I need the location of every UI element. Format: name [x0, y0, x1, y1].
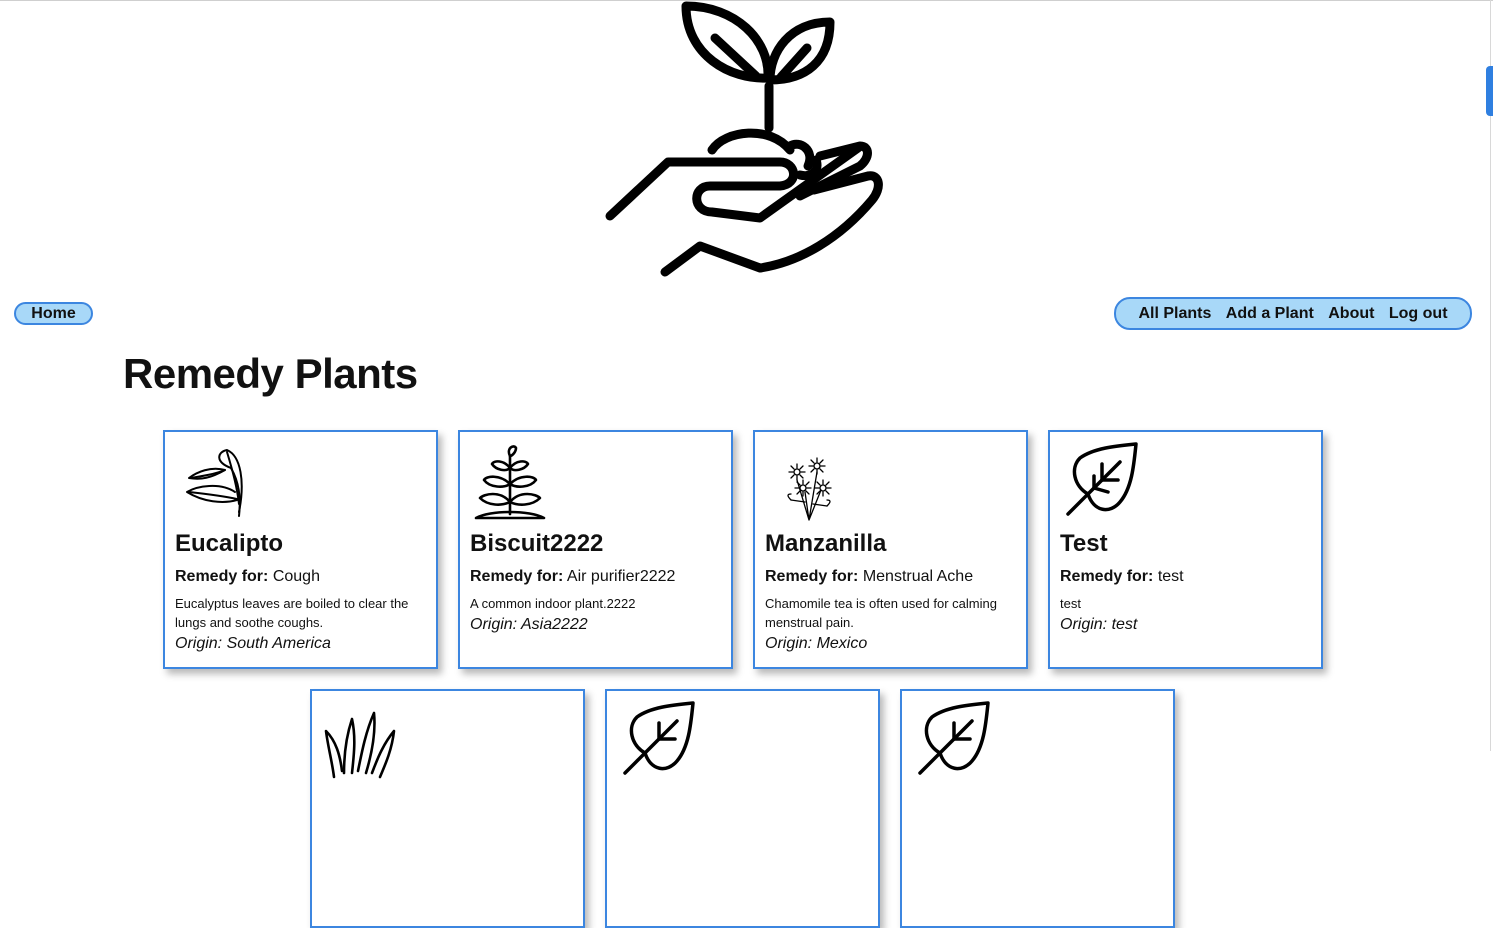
plant-remedy: Remedy for: Cough — [175, 568, 320, 586]
remedy-value: Air purifier2222 — [566, 568, 676, 585]
chamomile-flower-icon — [787, 457, 832, 521]
remedy-label: Remedy for: — [765, 568, 859, 585]
plant-name: Biscuit2222 — [470, 530, 604, 557]
plant-name: Manzanilla — [765, 530, 887, 557]
leaf-icon — [623, 701, 695, 775]
plant-card[interactable] — [605, 689, 880, 928]
leaf-icon — [918, 701, 990, 775]
hand-sprout-logo-icon — [605, 1, 883, 277]
plant-remedy: Remedy for: Menstrual Ache — [765, 568, 973, 586]
plant-card-biscuit2222[interactable]: Biscuit2222 Remedy for: Air purifier2222… — [458, 430, 733, 669]
nav-link-add-plant[interactable]: Add a Plant — [1226, 305, 1314, 323]
plant-card-test[interactable]: Test Remedy for: test test Origin: test — [1048, 430, 1323, 669]
sprout-plant-icon — [474, 445, 546, 520]
plant-remedy: Remedy for: test — [1060, 568, 1184, 586]
plant-remedy: Remedy for: Air purifier2222 — [470, 568, 675, 586]
remedy-value: test — [1157, 568, 1184, 585]
grass-icon — [324, 711, 396, 779]
remedy-label: Remedy for: — [1060, 568, 1154, 585]
plant-card[interactable] — [310, 689, 585, 928]
plant-description-block: Chamomile tea is often used for calming … — [765, 594, 1020, 654]
plant-description: test — [1060, 596, 1081, 611]
plant-description: Chamomile tea is often used for calming … — [765, 596, 997, 630]
plant-origin: Origin: South America — [175, 635, 331, 652]
plant-origin: Origin: Asia2222 — [470, 616, 588, 633]
nav-link-log-out[interactable]: Log out — [1389, 305, 1448, 323]
main-nav: All Plants Add a Plant About Log out — [1114, 297, 1472, 330]
plant-origin: Origin: test — [1060, 616, 1138, 633]
plant-name: Test — [1060, 530, 1108, 557]
remedy-value: Cough — [272, 568, 320, 585]
scrollbar-thumb[interactable] — [1486, 66, 1493, 116]
leaf-icon — [1066, 442, 1138, 516]
plant-description-block: test Origin: test — [1060, 594, 1315, 635]
plant-description: Eucalyptus leaves are boiled to clear th… — [175, 596, 409, 630]
plant-origin: Origin: Mexico — [765, 635, 868, 652]
plant-description-block: A common indoor plant.2222 Origin: Asia2… — [470, 594, 725, 635]
plant-card-eucalipto[interactable]: Eucalipto Remedy for: Cough Eucalyptus l… — [163, 430, 438, 669]
plant-card[interactable] — [900, 689, 1175, 928]
eucalyptus-icon — [186, 449, 243, 517]
nav-link-about[interactable]: About — [1328, 305, 1374, 323]
page-title: Remedy Plants — [123, 350, 418, 397]
plant-card-manzanilla[interactable]: Manzanilla Remedy for: Menstrual Ache Ch… — [753, 430, 1028, 669]
plant-description-block: Eucalyptus leaves are boiled to clear th… — [175, 594, 430, 654]
plant-name: Eucalipto — [175, 530, 284, 557]
plant-description: A common indoor plant.2222 — [470, 596, 636, 611]
remedy-label: Remedy for: — [470, 568, 564, 585]
remedy-label: Remedy for: — [175, 568, 269, 585]
remedy-value: Menstrual Ache — [862, 568, 974, 585]
nav-link-all-plants[interactable]: All Plants — [1138, 305, 1211, 323]
home-button[interactable]: Home — [14, 302, 93, 325]
